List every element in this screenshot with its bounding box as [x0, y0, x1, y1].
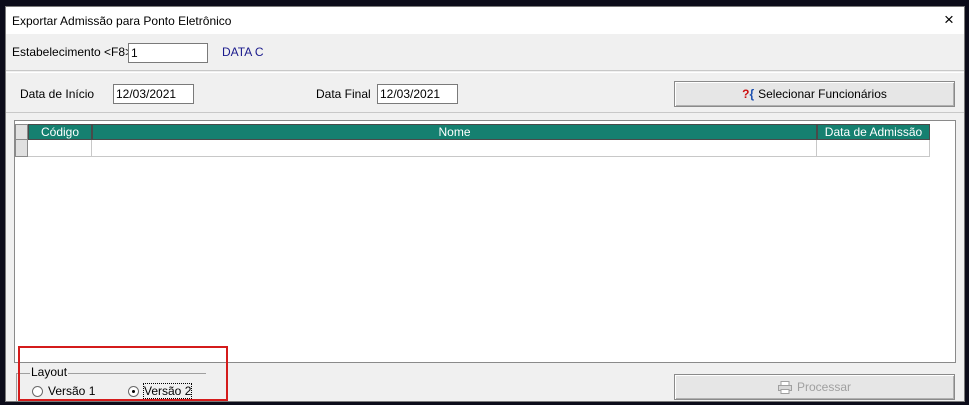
select-employees-button[interactable]: ? { Selecionar Funcionários: [674, 81, 955, 107]
radio-versao-1-label: Versão 1: [48, 384, 96, 398]
radio-icon: [32, 385, 43, 397]
dates-panel: Data de Início 12/03/2021 Data Final 12/…: [6, 72, 964, 113]
end-date-input[interactable]: 12/03/2021: [377, 84, 458, 104]
establishment-label: Estabelecimento <F8>: [12, 45, 133, 59]
employees-grid[interactable]: Código Nome Data de Admissão: [14, 120, 956, 363]
window-title: Exportar Admissão para Ponto Eletrônico: [12, 14, 232, 28]
radio-checked-icon: [128, 385, 139, 397]
start-date-label: Data de Início: [20, 87, 95, 101]
column-header-data-admissao[interactable]: Data de Admissão: [817, 124, 930, 140]
radio-versao-1[interactable]: Versão 1: [32, 384, 95, 398]
radio-versao-2-label: Versão 2: [142, 383, 193, 399]
question-icon: ?: [742, 87, 750, 101]
cell-codigo[interactable]: [28, 140, 92, 157]
select-employees-label: Selecionar Funcionários: [758, 87, 887, 101]
cell-nome[interactable]: [92, 140, 817, 157]
layout-legend: Layout: [30, 365, 69, 379]
start-date-input[interactable]: 12/03/2021: [113, 84, 194, 104]
company-name: DATA C: [222, 45, 264, 59]
bottom-panel: Layout Versão 1 Versão 2 Processar: [6, 363, 964, 401]
grid-header: Código Nome Data de Admissão: [15, 124, 930, 140]
establishment-panel: Estabelecimento <F8> 1 DATA C: [6, 34, 964, 71]
row-indicator[interactable]: [15, 140, 28, 157]
column-header-codigo[interactable]: Código: [28, 124, 92, 140]
establishment-input[interactable]: 1: [128, 43, 208, 63]
printer-icon: [777, 380, 792, 394]
close-icon[interactable]: ×: [936, 9, 962, 31]
grid-corner: [15, 124, 28, 140]
end-date-label: Data Final: [316, 87, 371, 101]
brace-icon: {: [749, 87, 755, 101]
radio-versao-2[interactable]: Versão 2: [128, 383, 193, 399]
title-bar: Exportar Admissão para Ponto Eletrônico …: [6, 7, 964, 34]
table-row[interactable]: [15, 140, 930, 157]
process-label: Processar: [796, 380, 852, 394]
cell-data-admissao[interactable]: [817, 140, 930, 157]
process-button[interactable]: Processar: [674, 374, 955, 400]
column-header-nome[interactable]: Nome: [92, 124, 817, 140]
export-admission-window: Exportar Admissão para Ponto Eletrônico …: [5, 6, 965, 402]
